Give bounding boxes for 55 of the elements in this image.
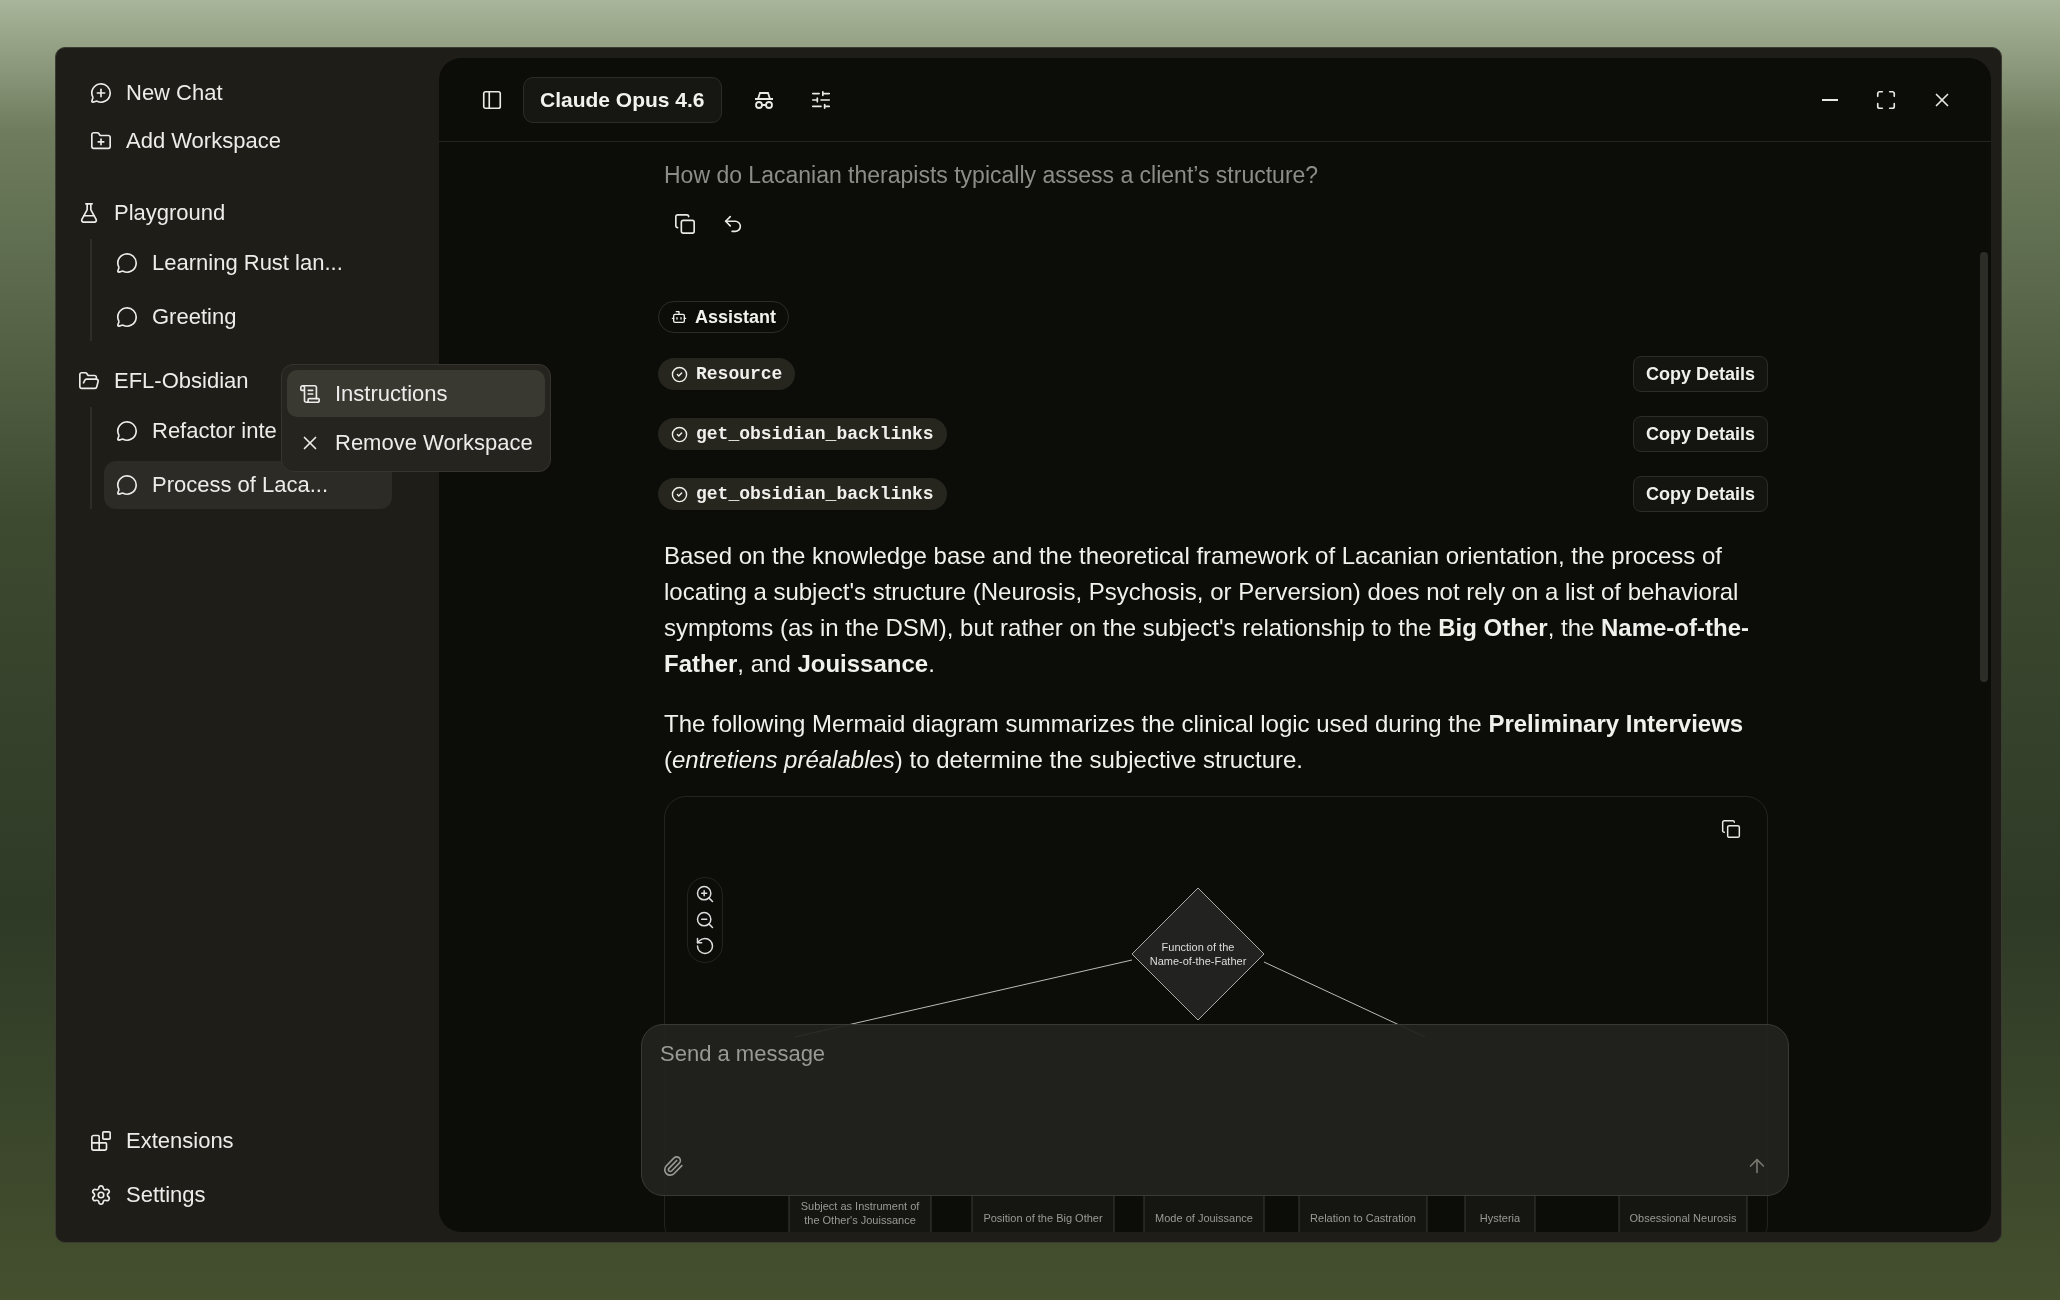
diagram-node: Hysteria — [1464, 1194, 1536, 1232]
chat-item[interactable]: Learning Rust lan... — [104, 239, 392, 287]
scrollbar-thumb[interactable] — [1980, 252, 1988, 682]
check-circle-icon — [671, 365, 688, 383]
chat-bubble-icon — [116, 252, 138, 274]
flask-icon — [78, 202, 100, 224]
copy-details-button[interactable]: Copy Details — [1632, 476, 1768, 512]
diagram-node: Mode of Jouissance — [1143, 1194, 1265, 1232]
maximize-icon — [1875, 88, 1897, 111]
diagram-node: Position of the Big Other — [971, 1194, 1115, 1232]
reset-icon[interactable] — [695, 936, 715, 956]
chat-bubble-icon — [116, 474, 138, 496]
blocks-icon — [90, 1130, 112, 1152]
sliders-icon — [809, 88, 832, 111]
check-circle-icon — [671, 425, 688, 443]
tool-call-badge[interactable]: Resource — [658, 358, 796, 390]
undo-icon — [722, 213, 744, 235]
new-chat-icon — [90, 82, 112, 104]
copy-icon — [1721, 819, 1741, 839]
zoom-out-icon[interactable] — [695, 910, 715, 930]
sidebar-action[interactable]: Add Workspace — [90, 117, 439, 165]
settings-icon — [90, 1184, 112, 1206]
chat-bubble-icon — [116, 306, 138, 328]
model-selector[interactable]: Claude Opus 4.6 — [523, 76, 722, 123]
user-message: How do Lacanian therapists typically assess a client’s structure? — [663, 162, 1320, 189]
robot-icon — [671, 309, 687, 325]
response-paragraph: The following Mermaid diagram summarizes the clinical logic used during the Preliminary Interviews (entretiens préalables) to determine the subjective structure. — [664, 709, 1745, 775]
tool-call-badge[interactable]: get_obsidian_backlinks — [658, 478, 947, 510]
folder-plus-icon — [90, 130, 112, 152]
zoom-in-icon[interactable] — [695, 884, 715, 904]
copy-details-button[interactable]: Copy Details — [1632, 416, 1768, 452]
minimize-icon — [1822, 98, 1838, 101]
paperclip-icon — [662, 1155, 684, 1177]
message-field[interactable]: Send a message — [641, 1024, 1789, 1196]
check-circle-icon — [671, 485, 688, 503]
sidebar-action[interactable]: New Chat — [90, 69, 439, 117]
sidebar-action[interactable]: Settings — [90, 1168, 439, 1222]
folder-icon — [78, 370, 100, 392]
diagram-node: Relation to Castration — [1298, 1194, 1428, 1232]
chat-item[interactable]: Process of Laca... — [104, 461, 392, 509]
workspace-item[interactable]: Playground — [78, 189, 439, 237]
decision-node: Function of the Name-of-the-Father — [1131, 887, 1265, 1021]
diagram-node: Obsessional Neurosis — [1618, 1194, 1748, 1232]
message-input[interactable]: Send a message — [658, 1039, 1772, 1151]
tool-call-badge[interactable]: get_obsidian_backlinks — [658, 418, 947, 450]
chat-item[interactable]: Greeting — [104, 293, 392, 341]
chat-bubble-icon — [116, 420, 138, 442]
diagram-node: Subject as Instrument of the Other's Jouissance — [788, 1194, 932, 1232]
copy-details-button[interactable]: Copy Details — [1632, 356, 1768, 392]
scroll-icon — [299, 382, 321, 405]
panel-left-icon — [481, 88, 503, 111]
menu-item[interactable]: Instructions — [287, 370, 545, 417]
sidebar-action[interactable]: Extensions — [90, 1114, 439, 1168]
response-paragraph: Based on the knowledge base and the theoretical framework of Lacanian orientation, the process of locating a subject's structure (Neurosis, Psychosis, or Perversion) does not rely on a list of behavioral symptoms (as in the DSM), but rather on the subject's relationship to the Big Other, the Name-of-the-Father, and Jouissance. — [664, 541, 1750, 679]
copy-icon — [674, 213, 696, 235]
